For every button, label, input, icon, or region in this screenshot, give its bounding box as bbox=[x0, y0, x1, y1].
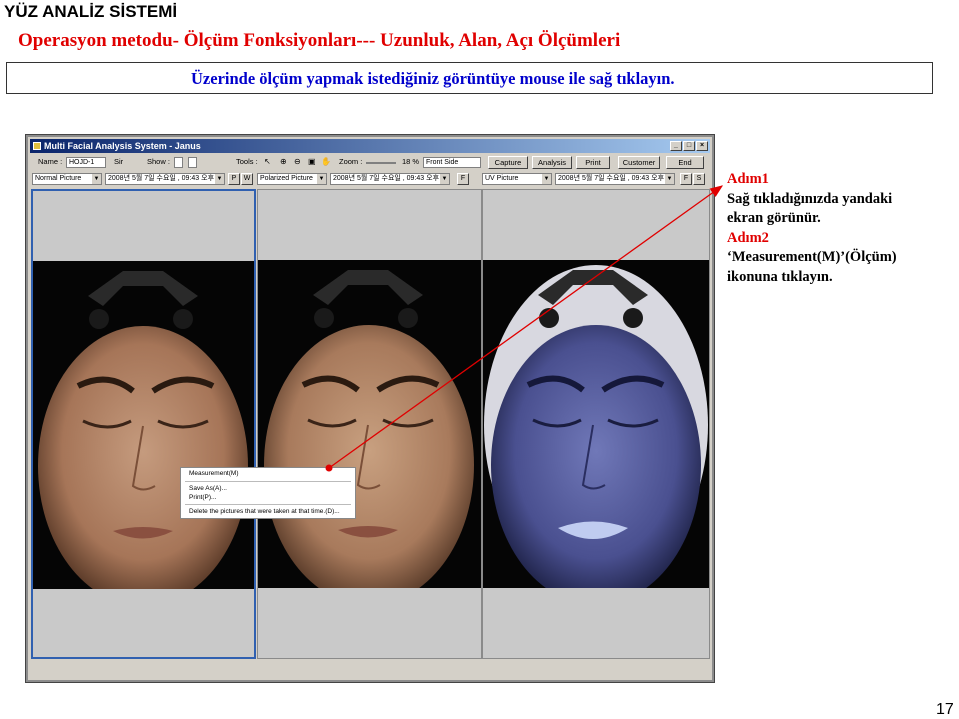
menu-separator bbox=[185, 504, 351, 505]
panel-3-mode-select[interactable]: UV Picture ▼ bbox=[482, 173, 552, 185]
close-icon[interactable]: × bbox=[696, 141, 708, 151]
instruction-text: Üzerinde ölçüm yapmak istediğiniz görünt… bbox=[191, 69, 675, 88]
step1-line1: Sağ tıkladığınızda yandaki bbox=[727, 190, 893, 207]
normal-picture-panel[interactable] bbox=[31, 189, 256, 659]
window-title: Multi Facial Analysis System - Janus bbox=[44, 141, 201, 151]
minimize-icon[interactable]: _ bbox=[670, 141, 682, 151]
panel-2-date-select[interactable]: 2008년 5월 7일 수요일 , 09:43 오후 ▼ bbox=[330, 173, 450, 185]
panel-1-w-button[interactable]: W bbox=[241, 173, 253, 185]
view-select[interactable]: Front Side bbox=[423, 157, 481, 168]
zoom-out-icon[interactable]: ⊖ bbox=[294, 157, 301, 166]
menu-separator bbox=[185, 481, 351, 482]
fit-icon[interactable]: ▣ bbox=[308, 157, 316, 166]
show-checkbox-1[interactable] bbox=[174, 157, 183, 168]
panel-2-header: Polarized Picture ▼ 2008년 5월 7일 수요일 , 09:… bbox=[257, 173, 482, 187]
step-instructions: Adım1 Sağ tıkladığınızda yandaki ekran g… bbox=[727, 170, 897, 287]
name-field[interactable]: HOJD-1 bbox=[66, 157, 106, 168]
capture-button[interactable]: Capture bbox=[488, 156, 528, 169]
name-suffix: Sir bbox=[114, 157, 124, 166]
menu-item-print[interactable]: Print(P)... bbox=[189, 494, 216, 501]
window-titlebar: Multi Facial Analysis System - Janus _ □… bbox=[30, 139, 710, 153]
maximize-icon[interactable]: □ bbox=[683, 141, 695, 151]
page-number: 17 bbox=[936, 701, 954, 718]
end-button[interactable]: End bbox=[666, 156, 704, 169]
step2-line1: ‘Measurement(M)’(Ölçüm) bbox=[727, 249, 897, 265]
show-checkbox-2[interactable] bbox=[188, 157, 197, 168]
panel-1-header: Normal Picture ▼ 2008년 5월 7일 수요일 , 09:43 … bbox=[32, 173, 257, 187]
app-window: Multi Facial Analysis System - Janus _ □… bbox=[26, 135, 714, 682]
customer-button[interactable]: Customer bbox=[618, 156, 660, 169]
face-photo-uv[interactable] bbox=[483, 260, 709, 605]
menu-item-measurement[interactable]: Measurement(M) bbox=[189, 470, 238, 477]
step1-title: Adım1 bbox=[727, 171, 769, 187]
panel-3-date-select[interactable]: 2008년 5월 7일 수요일 , 09:43 오후 ▼ bbox=[555, 173, 675, 185]
pointer-tool-icon[interactable]: ↖ bbox=[264, 157, 271, 166]
step1-line2: ekran görünür. bbox=[727, 210, 821, 226]
context-menu: Measurement(M) Save As(A)... Print(P)...… bbox=[180, 467, 356, 519]
app-toolbar: Name : HOJD-1 Sir Show : Tools : ↖ ⊕ ⊖ ▣… bbox=[30, 155, 710, 171]
polarized-picture-panel[interactable] bbox=[257, 189, 482, 659]
name-label: Name : bbox=[38, 157, 63, 166]
slide-subtitle: Operasyon metodu- Ölçüm Fonksiyonları---… bbox=[18, 30, 621, 51]
panel-3-header: UV Picture ▼ 2008년 5월 7일 수요일 , 09:43 오후 ▼ … bbox=[482, 173, 710, 187]
analysis-button[interactable]: Analysis bbox=[532, 156, 572, 169]
zoom-label: Zoom : bbox=[339, 157, 363, 166]
face-photo-polarized[interactable] bbox=[258, 260, 481, 605]
menu-item-delete[interactable]: Delete the pictures that were taken at t… bbox=[189, 508, 340, 515]
step2-title: Adım2 bbox=[727, 229, 769, 246]
panel-2-f-button[interactable]: F bbox=[457, 173, 469, 185]
pan-icon[interactable]: ✋ bbox=[321, 157, 331, 166]
instruction-box: Üzerinde ölçüm yapmak istediğiniz görünt… bbox=[6, 62, 933, 94]
panel-2-mode-select[interactable]: Polarized Picture ▼ bbox=[257, 173, 327, 185]
panel-1-date-select[interactable]: 2008년 5월 7일 수요일 , 09:43 오후 ▼ bbox=[105, 173, 225, 185]
step2-line2: ikonuna tıklayın. bbox=[727, 268, 833, 285]
menu-item-save-as[interactable]: Save As(A)... bbox=[189, 485, 227, 492]
app-icon bbox=[33, 142, 41, 150]
panel-1-mode-select[interactable]: Normal Picture ▼ bbox=[32, 173, 102, 185]
tools-label: Tools : bbox=[236, 157, 258, 166]
uv-picture-panel[interactable] bbox=[482, 189, 710, 659]
face-photo-normal[interactable] bbox=[33, 261, 254, 606]
panel-3-s-button[interactable]: S bbox=[693, 173, 705, 185]
panel-1-p-button[interactable]: P bbox=[228, 173, 240, 185]
panel-3-f-button[interactable]: F bbox=[680, 173, 692, 185]
zoom-value: 18 % bbox=[402, 157, 420, 166]
zoom-in-icon[interactable]: ⊕ bbox=[280, 157, 287, 166]
show-label: Show : bbox=[147, 157, 170, 166]
print-button[interactable]: Print bbox=[576, 156, 610, 169]
zoom-slider[interactable] bbox=[366, 162, 396, 164]
system-title: YÜZ ANALİZ SİSTEMİ bbox=[4, 2, 178, 21]
